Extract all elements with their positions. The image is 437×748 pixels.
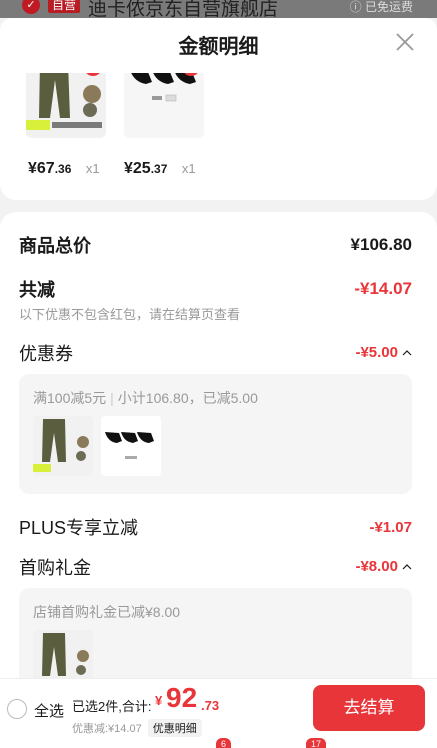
sheet-header: 金额明细	[0, 18, 437, 73]
plus-discount-row: PLUS专享立减 -¥1.07	[19, 514, 412, 540]
sheet-title: 金额明细	[178, 36, 259, 58]
chevron-up-icon	[402, 563, 412, 570]
coupon-value-group[interactable]: -¥5.00	[355, 344, 412, 362]
coupon-row[interactable]: 优惠券 -¥5.00	[19, 340, 412, 366]
coupon-label: 优惠券	[19, 344, 73, 364]
total-decimal: .73	[201, 698, 220, 713]
nav-badge: 17	[306, 738, 327, 748]
nav-badge: 6	[216, 738, 232, 748]
goods-total-row: 商品总价 ¥106.80	[19, 232, 412, 258]
chevron-up-icon	[402, 349, 412, 356]
first-gift-label: 首购礼金	[19, 558, 91, 578]
total-integer: 92	[166, 682, 198, 713]
select-all-radio[interactable]	[7, 699, 27, 719]
products-card: ✓ ✓ ¥67.36 x1 ¥25.37 x1	[0, 58, 437, 200]
total-discount-value: -¥14.07	[354, 279, 412, 298]
shipping-text: 已免运费	[364, 0, 413, 14]
coupon-value: -¥5.00	[355, 344, 398, 361]
price-main: ¥67	[28, 160, 55, 177]
total-currency: ¥	[155, 693, 163, 708]
store-name: 迪卡侬京东自营旗舰店	[88, 0, 279, 18]
amount-details-card: 商品总价 ¥106.80 共减 -¥14.07 以下优惠不包含红包，请在结算页查…	[0, 212, 437, 748]
coupon-product-pants	[33, 416, 93, 476]
discount-summary: 优惠减:¥14.07 优惠明细	[72, 719, 202, 737]
discount-note: 以下优惠不包含红包，请在结算页查看	[19, 307, 241, 322]
goods-total-label: 商品总价	[19, 236, 91, 256]
divider: |	[110, 390, 114, 406]
pants-thumbnail	[33, 416, 93, 476]
total-discount-label: 共减	[19, 280, 55, 300]
coupon-product-socks	[101, 416, 161, 476]
plus-discount-value: -¥1.07	[369, 518, 412, 536]
select-all-label[interactable]: 全选	[34, 700, 64, 721]
close-icon	[396, 33, 414, 51]
first-gift-row[interactable]: 首购礼金 -¥8.00	[19, 554, 412, 580]
coupon-rule: 满100减5元	[33, 390, 107, 406]
discount-detail-button[interactable]: 优惠明细	[147, 719, 202, 737]
bottom-nav-peek: 6 17	[0, 738, 437, 748]
product-quantity: x1	[85, 161, 100, 176]
price-decimal: .36	[54, 162, 72, 176]
checkout-button[interactable]: 去结算	[313, 685, 425, 731]
first-gift-value: -¥8.00	[355, 558, 398, 575]
amount-detail-sheet: 金额明细 ✓	[0, 18, 437, 748]
discount-amount: 优惠减:¥14.07	[72, 723, 142, 735]
self-operated-badge: 自营	[48, 0, 81, 13]
price-decimal: .37	[150, 162, 168, 176]
product-price-2: ¥25.37 x1	[124, 160, 196, 178]
store-header-background: ✓ 自营 迪卡侬京东自营旗舰店 ⓘ 已免运费	[0, 0, 437, 18]
selected-count: 已选2件,合计:	[72, 699, 152, 714]
goods-total-value: ¥106.80	[350, 235, 412, 254]
store-check-icon: ✓	[22, 0, 40, 14]
socks-thumbnail	[101, 416, 161, 476]
first-gift-note: 店铺首购礼金已减¥8.00	[33, 604, 181, 620]
total-discount-row: 共减 -¥14.07	[19, 276, 412, 302]
close-button[interactable]	[393, 30, 417, 54]
product-quantity: x1	[181, 161, 196, 176]
price-main: ¥25	[124, 160, 151, 177]
first-gift-value-group[interactable]: -¥8.00	[355, 558, 412, 576]
product-price-1: ¥67.36 x1	[28, 160, 100, 178]
shipping-status: ⓘ 已免运费	[349, 0, 413, 14]
coupon-subtotal: 小计106.80，已减5.00	[117, 390, 258, 406]
coupon-detail-text: 满100减5元 | 小计106.80，已减5.00	[33, 388, 258, 408]
checkout-bar: 全选 已选2件,合计: ¥ 92 .73 优惠减:¥14.07 优惠明细 去结算	[0, 678, 437, 738]
plus-discount-label: PLUS专享立减	[19, 518, 139, 538]
coupon-detail-box: 满100减5元 | 小计106.80，已减5.00	[19, 374, 412, 494]
